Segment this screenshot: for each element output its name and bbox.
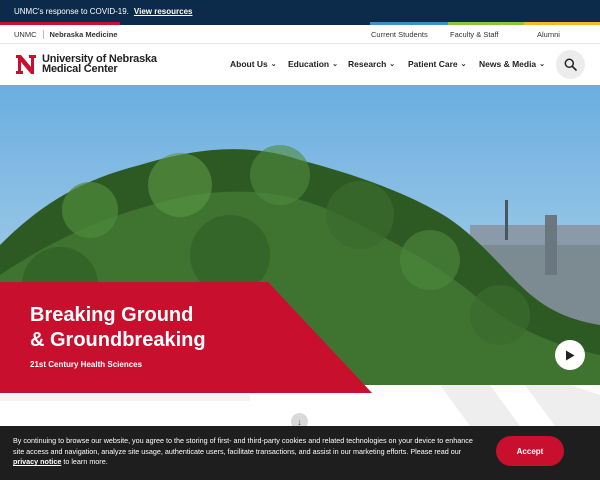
alert-text: UNMC's response to COVID-19. xyxy=(14,6,129,16)
search-icon xyxy=(564,58,577,71)
privacy-notice-link[interactable]: privacy notice xyxy=(13,457,61,466)
chevron-down-icon: ⌄ xyxy=(332,61,338,68)
nav-item-about-us[interactable]: About Us ⌄ xyxy=(230,59,277,69)
chevron-down-icon: ⌄ xyxy=(389,61,396,68)
site-logo[interactable]: University of Nebraska Medical Center xyxy=(14,52,157,76)
nav-label: Research xyxy=(348,59,387,69)
arrow-down-icon: ↓ xyxy=(297,416,302,427)
util-link-unmc[interactable]: UNMC xyxy=(14,30,37,39)
accept-cookies-button[interactable]: Accept xyxy=(496,436,564,466)
nav-item-news-media[interactable]: News & Media ⌄ xyxy=(479,59,545,69)
nav-label: About Us xyxy=(230,59,268,69)
utility-bar: UNMC Nebraska Medicine Current Students … xyxy=(0,25,600,44)
util-link-faculty-staff[interactable]: Faculty & Staff xyxy=(450,30,499,39)
play-icon xyxy=(566,350,575,360)
logo-line-2: Medical Center xyxy=(42,63,118,75)
util-link-current-students[interactable]: Current Students xyxy=(371,30,428,39)
cookie-consent-text: By continuing to browse our website, you… xyxy=(13,436,473,468)
nav-label: Education xyxy=(288,59,330,69)
util-divider xyxy=(42,30,44,39)
covid-alert-bar: UNMC's response to COVID-19. View resour… xyxy=(0,0,600,22)
cookie-text-after: to learn more. xyxy=(63,457,108,466)
main-navigation: University of Nebraska Medical Center Ab… xyxy=(0,44,600,85)
nav-label: News & Media xyxy=(479,59,537,69)
search-button[interactable] xyxy=(556,50,585,79)
nav-item-education[interactable]: Education ⌄ xyxy=(288,59,338,69)
nav-label: Patient Care xyxy=(408,59,458,69)
view-resources-link[interactable]: View resources xyxy=(134,7,193,16)
util-link-nebraska-medicine[interactable]: Nebraska Medicine xyxy=(50,30,118,39)
chevron-down-icon: ⌄ xyxy=(460,61,467,68)
nav-item-patient-care[interactable]: Patient Care ⌄ xyxy=(408,59,466,69)
chevron-down-icon: ⌄ xyxy=(270,61,277,68)
hero-subtitle: 21st Century Health Sciences xyxy=(30,360,143,369)
logo-wordmark: University of Nebraska Medical Center xyxy=(42,54,157,75)
hero-title-line-2: & Groundbreaking xyxy=(30,329,206,351)
chevron-down-icon: ⌄ xyxy=(539,61,546,68)
hero-title: Breaking Ground & Groundbreaking xyxy=(30,303,206,353)
util-link-alumni[interactable]: Alumni xyxy=(537,30,560,39)
unmc-n-logo-icon xyxy=(16,55,36,74)
play-button[interactable] xyxy=(555,340,585,370)
hero-title-line-1: Breaking Ground xyxy=(30,304,194,326)
cookie-text-before: By continuing to browse our website, you… xyxy=(13,436,473,456)
nav-item-research[interactable]: Research ⌄ xyxy=(348,59,395,69)
